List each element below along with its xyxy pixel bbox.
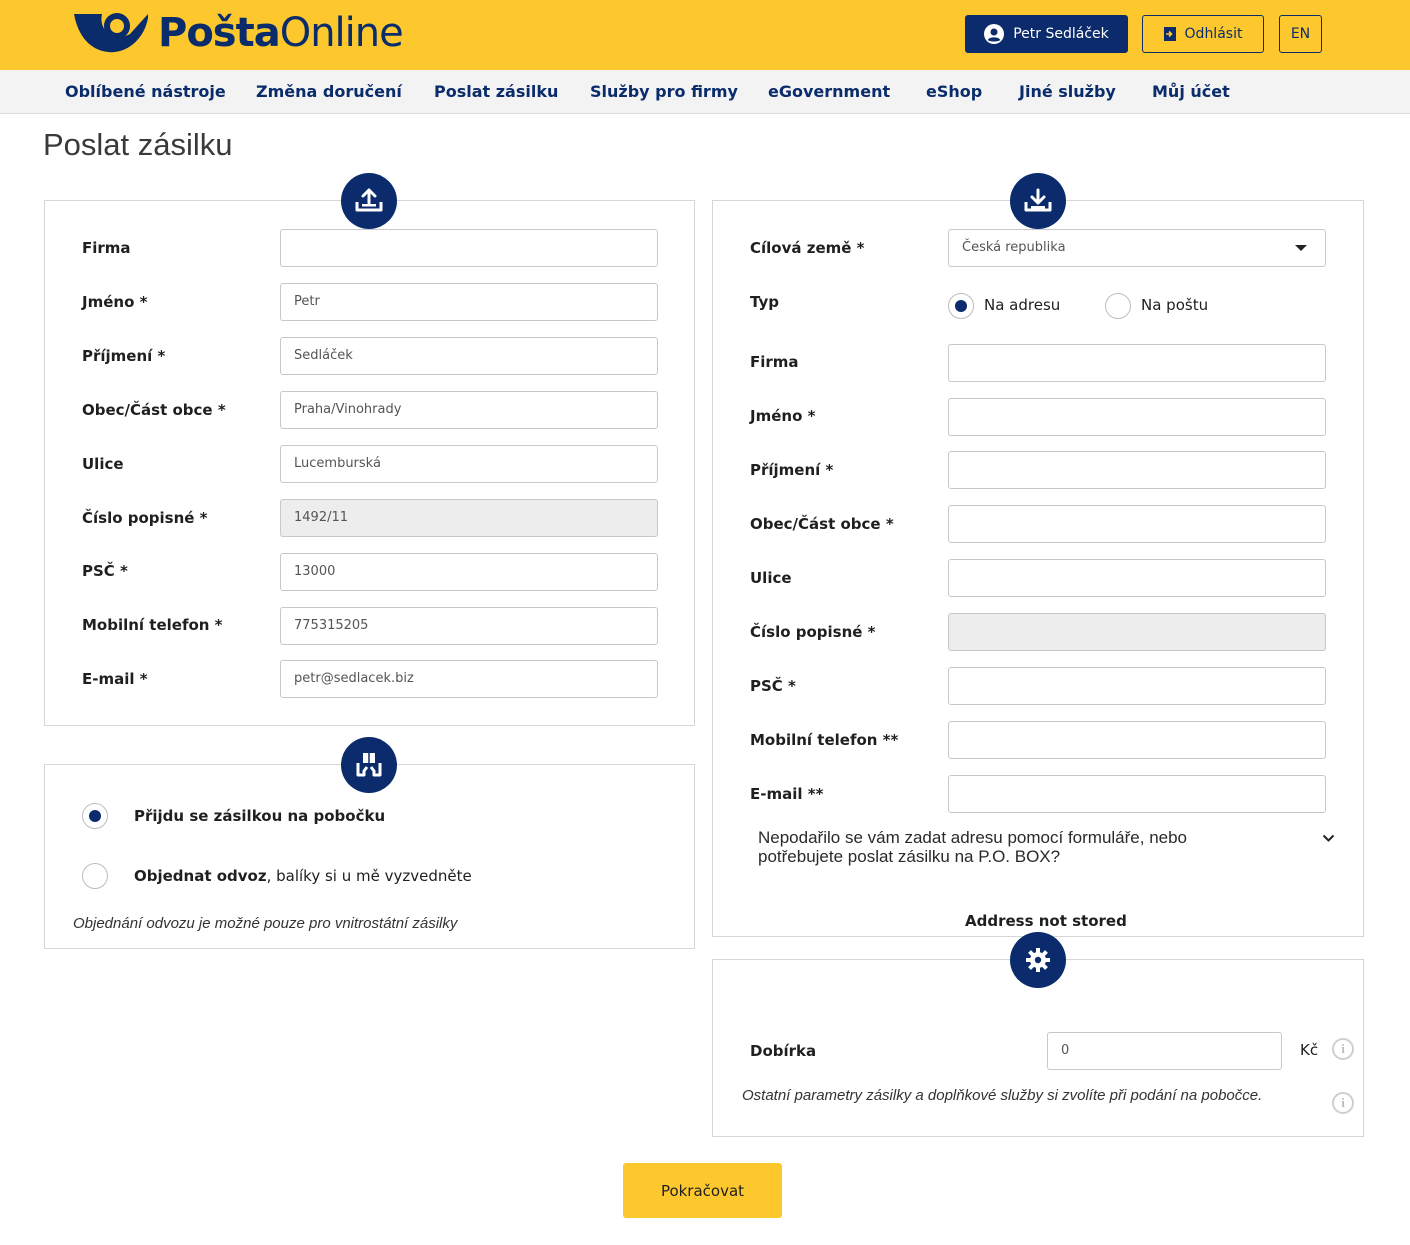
logout-button[interactable]: Odhlásit	[1142, 15, 1264, 53]
nav-item-egovernment[interactable]: eGovernment	[768, 70, 890, 114]
nav-item-zmena-doruceni[interactable]: Změna doručení	[256, 70, 402, 114]
sender-prijmeni-label: Příjmení *	[82, 347, 166, 365]
sender-telefon-input[interactable]: 775315205	[280, 607, 658, 645]
parcel-handover-icon	[341, 737, 397, 793]
type-label: Typ	[750, 293, 779, 311]
sender-cislo-popisne-label: Číslo popisné *	[82, 509, 208, 527]
sender-telefon-label: Mobilní telefon *	[82, 616, 223, 634]
chevron-down-icon	[1322, 834, 1335, 842]
download-icon	[1010, 173, 1066, 229]
recipient-firma-label: Firma	[750, 353, 799, 371]
chevron-down-icon	[1295, 245, 1307, 251]
gear-icon	[1010, 932, 1066, 988]
type-post-office-radio[interactable]	[1105, 293, 1131, 319]
sender-email-label: E-mail *	[82, 670, 148, 688]
sender-cislo-popisne-input[interactable]: 1492/11	[280, 499, 658, 537]
recipient-prijmeni-input[interactable]	[948, 451, 1326, 489]
nav-item-jine-sluzby[interactable]: Jiné služby	[1019, 70, 1116, 114]
recipient-prijmeni-label: Příjmení *	[750, 461, 834, 479]
nav-item-oblibene[interactable]: Oblíbené nástroje	[65, 70, 226, 114]
recipient-firma-input[interactable]	[948, 344, 1326, 382]
recipient-obec-label: Obec/Část obce *	[750, 515, 894, 533]
handover-note: Objednání odvozu je možné pouze pro vnit…	[73, 915, 458, 932]
recipient-jmeno-input[interactable]	[948, 398, 1326, 436]
country-select[interactable]: Česká republika	[948, 229, 1326, 267]
country-select-value: Česká republika	[962, 240, 1066, 255]
pobox-expander[interactable]: Nepodařilo se vám zadat adresu pomocí fo…	[758, 828, 1338, 866]
recipient-email-input[interactable]	[948, 775, 1326, 813]
sender-psc-input[interactable]: 13000	[280, 553, 658, 591]
nav-item-sluzby-pro-firmy[interactable]: Služby pro firmy	[590, 70, 738, 114]
sender-jmeno-label: Jméno *	[82, 293, 148, 311]
header-bar: PoštaOnline Petr Sedláček Odhlásit EN	[0, 0, 1410, 70]
handover-pickup-label: Objednat odvoz, balíky si u mě vyzvednět…	[134, 867, 472, 885]
info-icon[interactable]: i	[1332, 1092, 1354, 1114]
info-icon[interactable]: i	[1332, 1038, 1354, 1060]
cod-amount-input[interactable]: 0	[1047, 1032, 1282, 1070]
sender-email-input[interactable]: petr@sedlacek.biz	[280, 660, 658, 698]
sender-ulice-label: Ulice	[82, 455, 124, 473]
handover-branch-label: Přijdu se zásilkou na pobočku	[134, 807, 386, 825]
recipient-ulice-input[interactable]	[948, 559, 1326, 597]
logo-text: PoštaOnline	[158, 10, 404, 56]
user-name: Petr Sedláček	[1013, 26, 1109, 42]
sender-firma-label: Firma	[82, 239, 131, 257]
sender-obec-label: Obec/Část obce *	[82, 401, 226, 419]
recipient-jmeno-label: Jméno *	[750, 407, 816, 425]
recipient-psc-label: PSČ *	[750, 677, 796, 695]
currency-label: Kč	[1300, 1041, 1319, 1059]
nav-item-muj-ucet[interactable]: Můj účet	[1152, 70, 1230, 114]
type-address-radio[interactable]	[948, 293, 974, 319]
language-switch-button[interactable]: EN	[1279, 15, 1322, 53]
pobox-text: Nepodařilo se vám zadat adresu pomocí fo…	[758, 828, 1188, 866]
logout-icon	[1163, 27, 1176, 41]
main-navigation: Oblíbené nástroje Změna doručení Poslat …	[0, 70, 1410, 114]
recipient-ulice-label: Ulice	[750, 569, 792, 587]
type-post-office-label: Na poštu	[1141, 296, 1209, 314]
sender-firma-input[interactable]	[280, 229, 658, 267]
recipient-cislo-popisne-label: Číslo popisné *	[750, 623, 876, 641]
user-circle-icon	[984, 24, 1005, 44]
handover-pickup-radio[interactable]	[82, 863, 108, 889]
language-label: EN	[1290, 26, 1311, 42]
posta-logo[interactable]: PoštaOnline	[72, 10, 404, 56]
user-account-button[interactable]: Petr Sedláček	[965, 15, 1128, 53]
recipient-telefon-input[interactable]	[948, 721, 1326, 759]
nav-item-eshop[interactable]: eShop	[926, 70, 982, 114]
type-address-label: Na adresu	[984, 296, 1061, 314]
handover-branch-radio[interactable]	[82, 803, 108, 829]
sender-jmeno-input[interactable]: Petr	[280, 283, 658, 321]
cod-label: Dobírka	[750, 1042, 817, 1060]
sender-ulice-input[interactable]: Lucemburská	[280, 445, 658, 483]
recipient-email-label: E-mail **	[750, 785, 824, 803]
page-title: Poslat zásilku	[43, 127, 233, 162]
logout-label: Odhlásit	[1184, 26, 1243, 42]
address-status: Address not stored	[965, 912, 1127, 930]
options-note: Ostatní parametry zásilky a doplňkové sl…	[742, 1087, 1263, 1104]
recipient-psc-input[interactable]	[948, 667, 1326, 705]
country-label: Cílová země *	[750, 239, 865, 257]
sender-prijmeni-input[interactable]: Sedláček	[280, 337, 658, 375]
continue-button[interactable]: Pokračovat	[623, 1163, 782, 1218]
recipient-telefon-label: Mobilní telefon **	[750, 731, 899, 749]
post-horn-icon	[74, 13, 148, 53]
recipient-obec-input[interactable]	[948, 505, 1326, 543]
sender-obec-input[interactable]: Praha/Vinohrady	[280, 391, 658, 429]
nav-item-poslat-zasilku[interactable]: Poslat zásilku	[434, 70, 558, 114]
recipient-cislo-popisne-input[interactable]	[948, 613, 1326, 651]
upload-icon	[341, 173, 397, 229]
sender-psc-label: PSČ *	[82, 562, 128, 580]
